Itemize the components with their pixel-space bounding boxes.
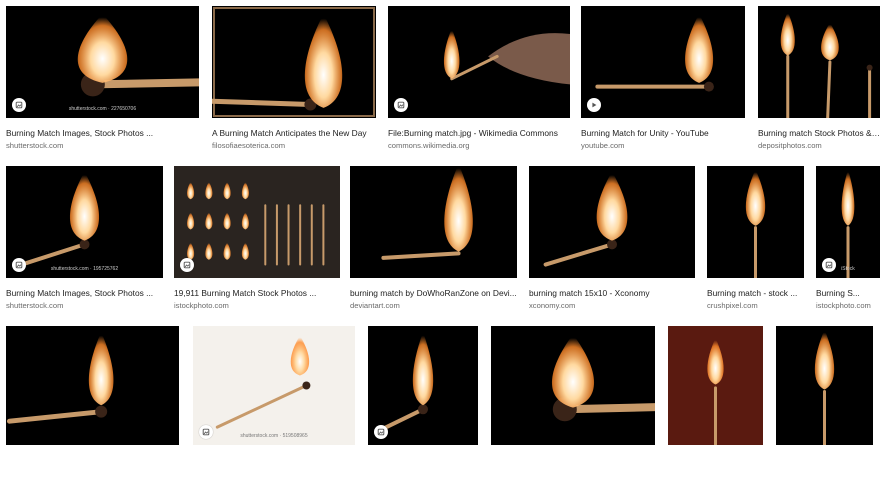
image-result[interactable]: burning match 15x10 - Xconomy xconomy.com	[529, 166, 695, 314]
result-thumbnail[interactable]	[6, 326, 179, 445]
result-title[interactable]: Burning S...	[816, 288, 880, 299]
result-thumbnail[interactable]	[174, 166, 340, 278]
image-icon	[394, 98, 408, 112]
image-result[interactable]: File:Burning match.jpg - Wikimedia Commo…	[388, 6, 570, 154]
result-thumbnail[interactable]	[529, 166, 695, 278]
result-thumbnail[interactable]	[193, 326, 355, 445]
image-result[interactable]	[368, 326, 478, 481]
image-icon	[822, 258, 836, 272]
result-thumbnail[interactable]	[776, 326, 873, 445]
result-title[interactable]: burning match by DoWhoRanZone on Devi...	[350, 288, 517, 299]
image-result[interactable]: shutterstock.com · 195725762 Burning Matc…	[6, 166, 163, 314]
result-source[interactable]: xconomy.com	[529, 301, 695, 311]
result-title[interactable]: 19,911 Burning Match Stock Photos ...	[174, 288, 340, 299]
image-result[interactable]: burning match by DoWhoRanZone on Devi...…	[350, 166, 517, 314]
result-thumbnail[interactable]	[388, 6, 570, 118]
image-result[interactable]: Burning match Stock Photos & Im... deposi…	[758, 6, 880, 154]
result-source[interactable]: deviantart.com	[350, 301, 517, 311]
result-source[interactable]: filosofiaesoterica.com	[212, 141, 376, 151]
result-title[interactable]: Burning Match for Unity - YouTube	[581, 128, 745, 139]
result-title[interactable]: Burning Match Images, Stock Photos ...	[6, 128, 199, 139]
image-result[interactable]: A Burning Match Anticipates the New Day f…	[212, 6, 376, 154]
image-result[interactable]	[491, 326, 655, 481]
image-result[interactable]: iStock Burning S... istockphoto.com	[816, 166, 880, 314]
result-source[interactable]: shutterstock.com	[6, 301, 163, 311]
image-watermark: shutterstock.com · 227650706	[68, 106, 137, 112]
result-source[interactable]: istockphoto.com	[174, 301, 340, 311]
result-source[interactable]: depositphotos.com	[758, 141, 880, 151]
result-title[interactable]: Burning match - stock ...	[707, 288, 804, 299]
result-source[interactable]: commons.wikimedia.org	[388, 141, 570, 151]
result-source[interactable]: shutterstock.com	[6, 141, 199, 151]
image-result[interactable]: Burning match - stock ... crushpixel.com	[707, 166, 804, 314]
result-thumbnail[interactable]	[707, 166, 804, 278]
result-title[interactable]: A Burning Match Anticipates the New Day	[212, 128, 376, 139]
image-result[interactable]: shutterstock.com · 519508965	[193, 326, 355, 481]
result-thumbnail[interactable]	[212, 6, 376, 118]
result-title[interactable]: burning match 15x10 - Xconomy	[529, 288, 695, 299]
image-icon	[180, 258, 194, 272]
image-watermark: shutterstock.com · 195725762	[50, 266, 119, 272]
image-icon	[199, 425, 213, 439]
image-result[interactable]: 19,911 Burning Match Stock Photos ... ist…	[174, 166, 340, 314]
result-thumbnail[interactable]	[668, 326, 763, 445]
image-icon	[12, 258, 26, 272]
result-title[interactable]: File:Burning match.jpg - Wikimedia Commo…	[388, 128, 570, 139]
result-thumbnail[interactable]	[758, 6, 880, 118]
result-thumbnail[interactable]	[350, 166, 517, 278]
image-result[interactable]	[6, 326, 179, 481]
image-watermark: shutterstock.com · 519508965	[240, 433, 308, 439]
result-source[interactable]: youtube.com	[581, 141, 745, 151]
image-icon	[12, 98, 26, 112]
result-thumbnail[interactable]	[6, 166, 163, 278]
image-icon	[374, 425, 388, 439]
result-thumbnail[interactable]	[6, 6, 199, 118]
image-result[interactable]: Burning Match for Unity - YouTube youtube…	[581, 6, 745, 154]
image-result[interactable]	[776, 326, 873, 481]
result-source[interactable]: istockphoto.com	[816, 301, 880, 311]
result-title[interactable]: Burning match Stock Photos & Im...	[758, 128, 880, 139]
image-result[interactable]: shutterstock.com · 227650706 Burning Matc…	[6, 6, 199, 154]
play-icon	[587, 98, 601, 112]
result-thumbnail[interactable]	[491, 326, 655, 445]
image-result[interactable]	[668, 326, 763, 481]
result-title[interactable]: Burning Match Images, Stock Photos ...	[6, 288, 163, 299]
result-thumbnail[interactable]	[581, 6, 745, 118]
result-source[interactable]: crushpixel.com	[707, 301, 804, 311]
